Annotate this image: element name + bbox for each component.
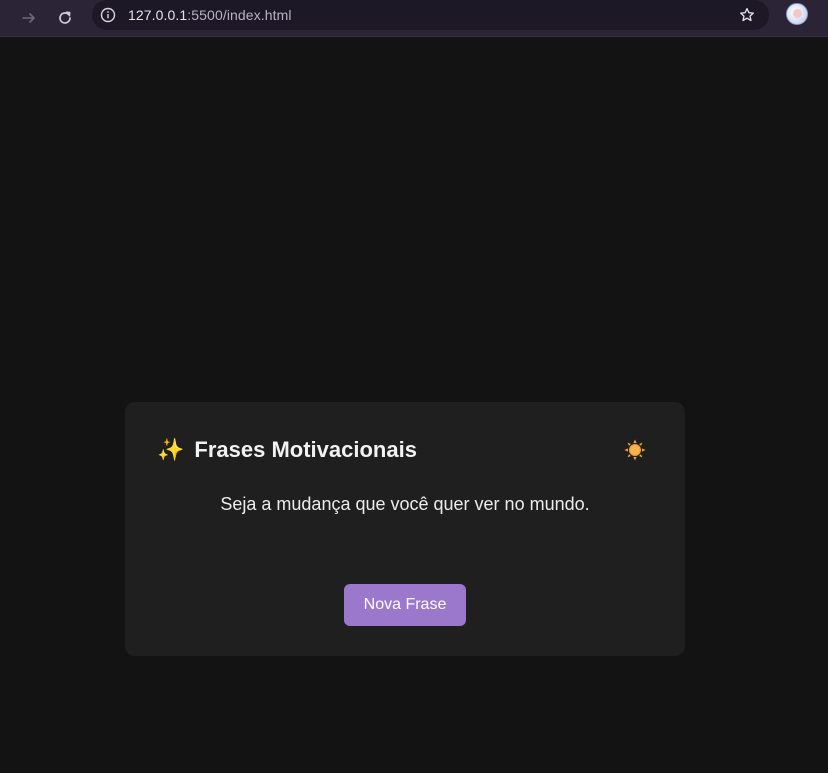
forward-button[interactable] — [16, 5, 42, 31]
sun-icon — [624, 439, 646, 461]
theme-toggle-button[interactable] — [623, 438, 647, 462]
quote-card: ✨ Frases Motivacionais Seja a mudança qu… — [125, 402, 685, 656]
new-quote-button[interactable]: Nova Frase — [344, 584, 466, 626]
star-icon — [740, 7, 754, 22]
browser-toolbar: 127.0.0.1:5500/index.html — [0, 0, 828, 37]
reload-icon — [59, 11, 71, 24]
site-info-icon[interactable] — [100, 7, 116, 23]
url-text[interactable]: 127.0.0.1:5500/index.html — [128, 7, 292, 23]
url-host: 127.0.0.1 — [128, 7, 188, 23]
arrow-right-icon — [22, 13, 35, 23]
bookmark-button[interactable] — [737, 5, 757, 25]
page-title: Frases Motivacionais — [194, 437, 417, 462]
profile-avatar[interactable] — [786, 3, 808, 25]
sparkles-icon: ✨ — [157, 437, 185, 462]
reload-button[interactable] — [52, 5, 78, 31]
quote-text: Seja a mudança que você quer ver no mund… — [220, 494, 590, 514]
address-bar[interactable]: 127.0.0.1:5500/index.html — [92, 0, 769, 30]
card-header: ✨ Frases Motivacionais — [157, 436, 417, 464]
url-path: :5500/index.html — [187, 7, 292, 23]
